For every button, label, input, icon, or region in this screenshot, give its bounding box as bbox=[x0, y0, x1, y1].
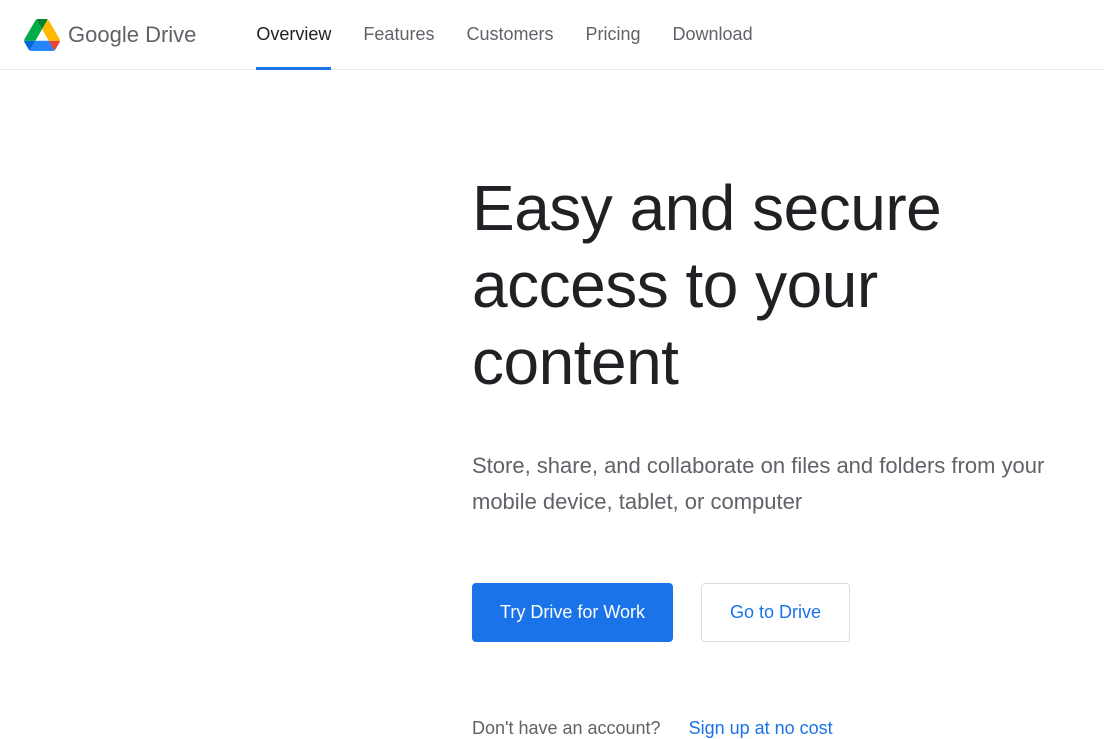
nav-pricing[interactable]: Pricing bbox=[586, 0, 641, 69]
signup-row: Don't have an account? Sign up at no cos… bbox=[472, 718, 1056, 739]
hero-headline: Easy and secure access to your content bbox=[472, 170, 1056, 400]
brand-name-bold: Google bbox=[68, 22, 139, 47]
main-nav: Overview Features Customers Pricing Down… bbox=[256, 0, 752, 69]
site-header: Google Drive Overview Features Customers… bbox=[0, 0, 1104, 70]
brand-name: Google Drive bbox=[68, 22, 196, 48]
hero-subtext: Store, share, and collaborate on files a… bbox=[472, 448, 1056, 518]
cta-row: Try Drive for Work Go to Drive bbox=[472, 583, 1056, 642]
nav-features[interactable]: Features bbox=[363, 0, 434, 69]
go-to-drive-button[interactable]: Go to Drive bbox=[701, 583, 850, 642]
try-drive-for-work-button[interactable]: Try Drive for Work bbox=[472, 583, 673, 642]
brand-name-light: Drive bbox=[139, 22, 196, 47]
drive-icon bbox=[24, 19, 60, 51]
nav-overview[interactable]: Overview bbox=[256, 0, 331, 69]
brand-logo[interactable]: Google Drive bbox=[24, 19, 196, 51]
nav-download[interactable]: Download bbox=[673, 0, 753, 69]
signup-question: Don't have an account? bbox=[472, 718, 661, 739]
hero-section: Easy and secure access to your content S… bbox=[0, 70, 1080, 739]
nav-customers[interactable]: Customers bbox=[466, 0, 553, 69]
signup-link[interactable]: Sign up at no cost bbox=[689, 718, 833, 739]
